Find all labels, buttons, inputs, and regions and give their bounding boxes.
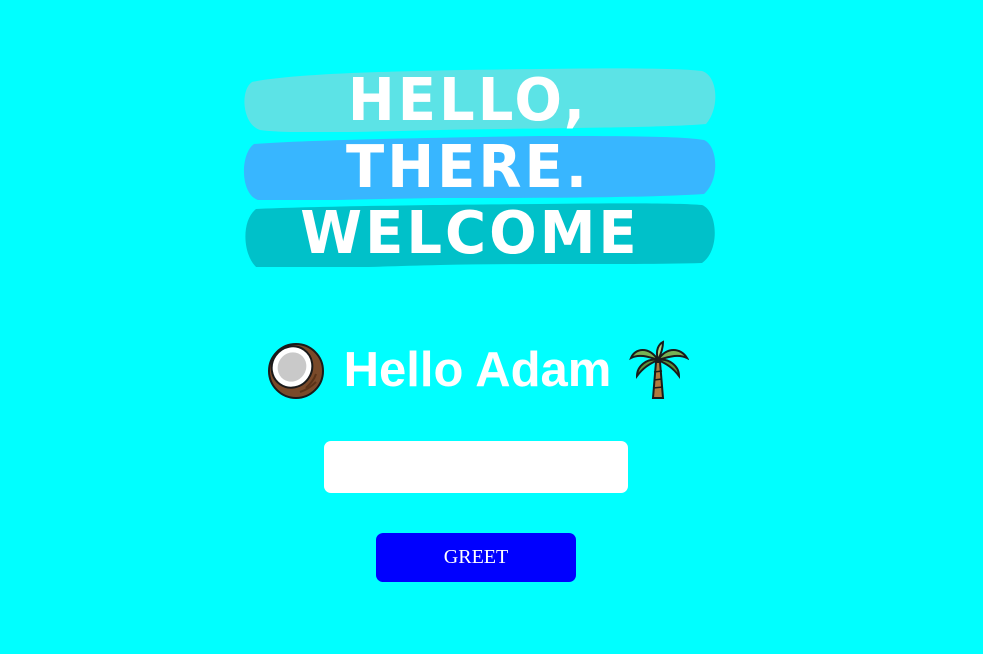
page: HELLO, THERE. WELCOME Hello Adam GREET bbox=[0, 0, 983, 654]
greeting-text: Hello Adam bbox=[343, 343, 612, 397]
coconut-icon bbox=[267, 343, 324, 399]
greeting: Hello Adam bbox=[0, 338, 955, 402]
name-input[interactable] bbox=[324, 441, 628, 493]
welcome-banner: HELLO, THERE. WELCOME bbox=[240, 66, 720, 276]
banner-line-2: THERE. bbox=[346, 133, 590, 202]
banner-line-1: HELLO, bbox=[347, 66, 589, 135]
greet-button[interactable]: GREET bbox=[376, 533, 576, 582]
banner-line-3: WELCOME bbox=[300, 199, 640, 268]
palm-tree-icon bbox=[629, 340, 690, 399]
